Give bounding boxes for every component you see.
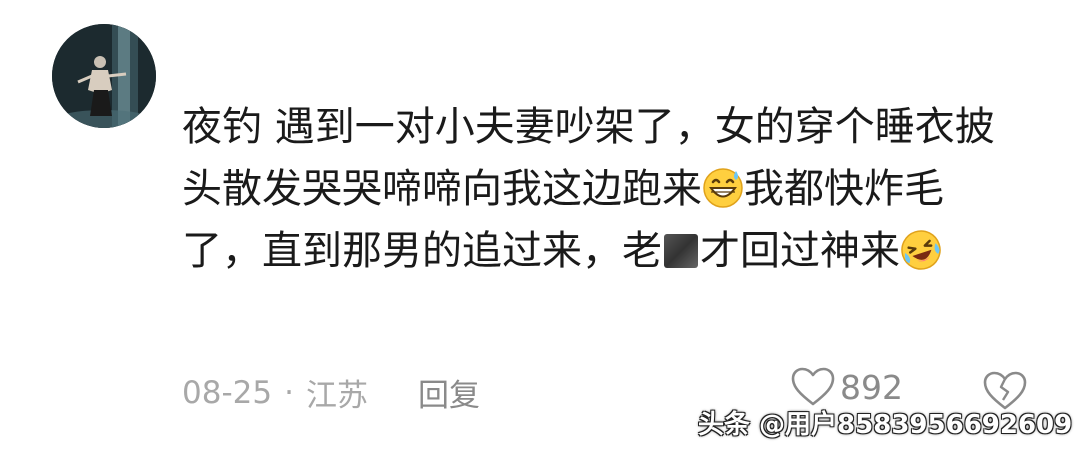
laughing-tears-icon (901, 230, 941, 270)
meta-separator: · (284, 374, 294, 411)
reply-button[interactable]: 回复 (418, 370, 480, 415)
heart-icon (791, 367, 835, 406)
comment-date: 08-25 (182, 374, 273, 411)
comment-text-part3: 才回过神来 (700, 228, 900, 274)
comment-location: 江苏 (305, 378, 368, 414)
comment-text: 夜钓 遇到一对小夫妻吵架了，女的穿个睡衣披头散发哭哭啼啼向我这边跑来 我都快炸毛… (182, 96, 1022, 282)
avatar-image (52, 24, 156, 128)
avatar[interactable] (52, 24, 156, 128)
watermark: 头条 @用户8583956692609 (698, 410, 1073, 440)
grin-sweat-icon (703, 168, 743, 208)
like-button[interactable]: 892 (790, 366, 903, 408)
like-count: 892 (840, 367, 903, 407)
comment-meta: 08-25 · 江苏 回复 (182, 370, 480, 415)
censor-mosaic (664, 234, 698, 268)
